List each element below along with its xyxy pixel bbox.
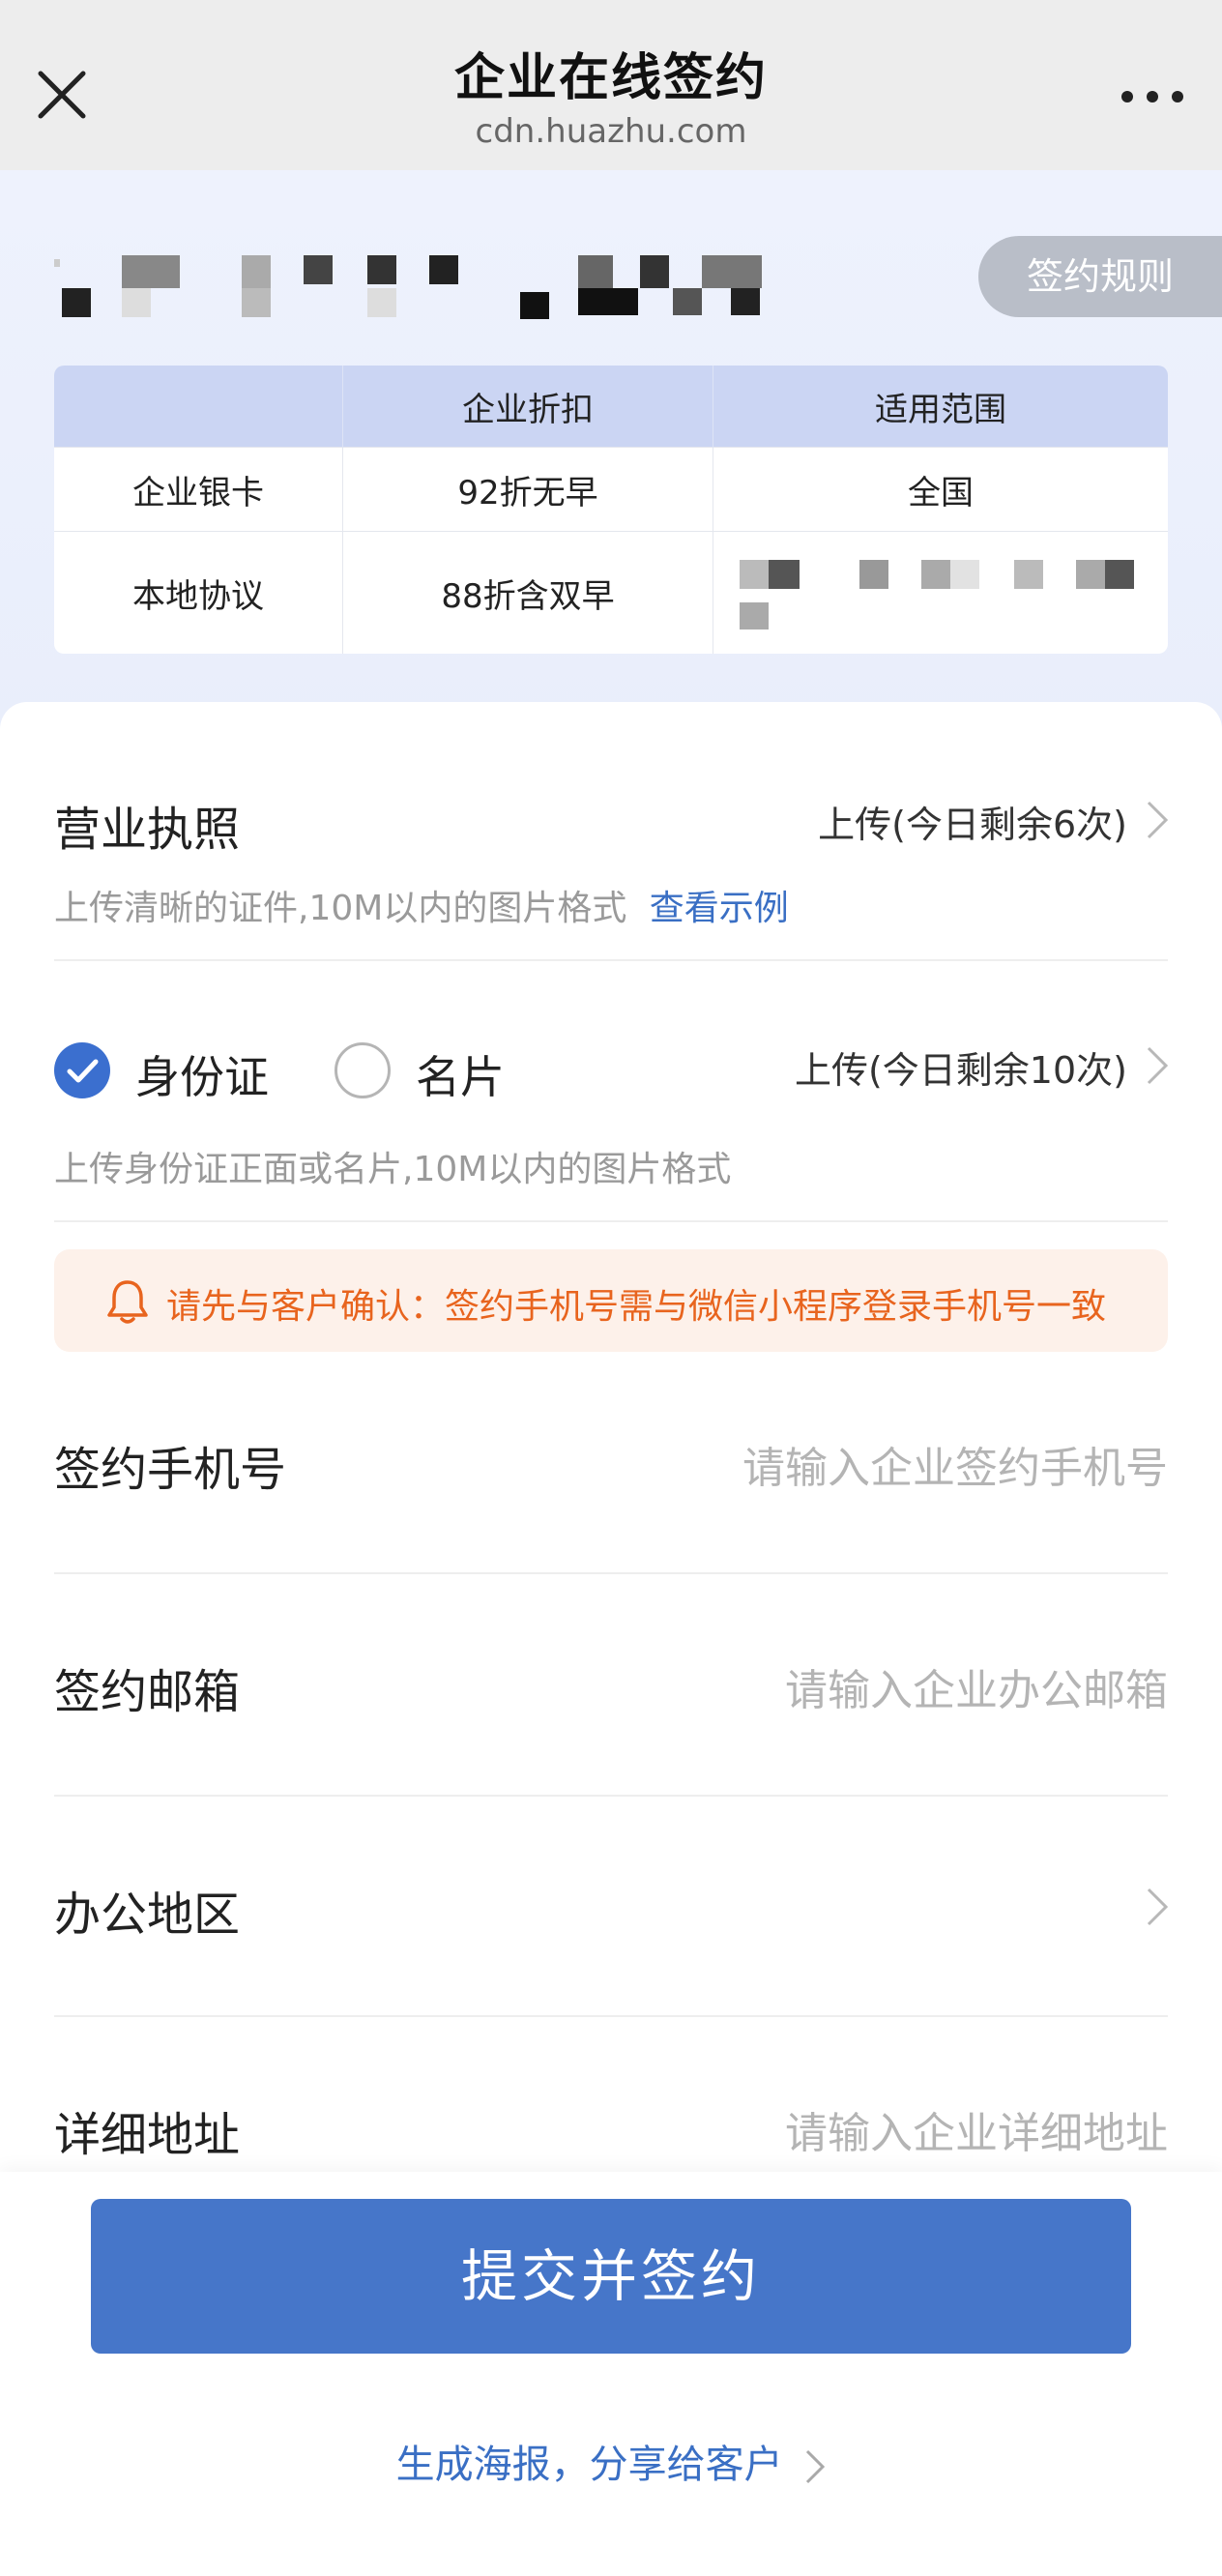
divider (54, 1220, 1168, 1222)
email-label: 签约邮箱 (54, 1665, 241, 1719)
address-label: 详细地址 (54, 2108, 241, 2162)
signing-form: 营业执照 上传(今日剩余6次) 上传清晰的证件,10M以内的图片格式 查看示例 … (0, 702, 1222, 2172)
phone-notice-banner: 请先与客户确认：签约手机号需与微信小程序登录手机号一致 (54, 1249, 1168, 1352)
table-cell-discount: 92折无早 (342, 447, 713, 532)
view-example-link[interactable]: 查看示例 (650, 889, 789, 928)
radio-id-card-label[interactable]: 身份证 (135, 1042, 269, 1106)
table-header-scope: 适用范围 (713, 366, 1168, 448)
table-row: 本地协议 88折含双早 (54, 531, 1168, 654)
chevron-right-icon (1147, 1888, 1169, 1926)
nav-bar: 企业在线签约 cdn.huazhu.com (0, 0, 1222, 170)
signing-rules-button[interactable]: 签约规则 (978, 236, 1222, 317)
page-title: 企业在线签约 (453, 49, 768, 107)
check-icon (67, 1059, 99, 1083)
table-cell-name: 本地协议 (54, 531, 343, 654)
chevron-right-icon (1147, 1046, 1169, 1085)
table-header-type (54, 366, 343, 448)
table-row: 企业银卡 92折无早 全国 (54, 447, 1168, 532)
notice-text: 请先与客户确认：签约手机号需与微信小程序登录手机号一致 (166, 1287, 1107, 1327)
radio-business-card[interactable] (335, 1042, 391, 1098)
identity-hint: 上传身份证正面或名片,10M以内的图片格式 (54, 1150, 732, 1189)
address-input[interactable]: 请输入企业详细地址 (785, 2098, 1168, 2160)
bottom-action-bar: 提交并签约 生成海报，分享给客户 (0, 2172, 1222, 2576)
more-options-icon[interactable] (1118, 79, 1187, 114)
company-name-redacted (54, 248, 779, 329)
divider (54, 1795, 1168, 1797)
phone-input[interactable]: 请输入企业签约手机号 (742, 1433, 1168, 1495)
table-cell-discount: 88折含双早 (342, 531, 713, 654)
share-poster-link[interactable]: 生成海报，分享给客户 (0, 2433, 1222, 2489)
share-poster-label: 生成海报，分享给客户 (395, 2443, 783, 2487)
submit-sign-button[interactable]: 提交并签约 (91, 2199, 1131, 2354)
divider (54, 2015, 1168, 2017)
radio-id-card[interactable] (54, 1042, 110, 1098)
phone-label: 签约手机号 (54, 1443, 287, 1497)
table-cell-scope: 全国 (713, 447, 1168, 532)
license-hint-text: 上传清晰的证件,10M以内的图片格式 (54, 889, 627, 928)
table-cell-scope-redacted (713, 531, 1168, 654)
radio-business-card-label[interactable]: 名片 (416, 1042, 505, 1106)
page-domain: cdn.huazhu.com (475, 112, 747, 151)
chevron-right-icon (1147, 801, 1169, 839)
bell-icon (107, 1280, 148, 1324)
license-title: 营业执照 (54, 803, 241, 857)
chevron-right-icon (806, 2449, 826, 2484)
license-upload-button[interactable]: 上传(今日剩余6次) (818, 795, 1127, 848)
discount-table: 企业折扣 适用范围 企业银卡 92折无早 全国 本地协议 88折含双早 (54, 366, 1168, 654)
email-input[interactable]: 请输入企业办公邮箱 (785, 1655, 1168, 1717)
table-cell-name: 企业银卡 (54, 447, 343, 532)
table-header-discount: 企业折扣 (342, 366, 713, 448)
company-header: 签约规则 企业折扣 适用范围 企业银卡 92折无早 全国 本地协议 88折含双早 (0, 170, 1222, 731)
region-label: 办公地区 (54, 1888, 241, 1942)
divider (54, 1572, 1168, 1574)
region-selector[interactable] (387, 1862, 1169, 1949)
license-hint: 上传清晰的证件,10M以内的图片格式 查看示例 (54, 880, 789, 930)
identity-upload-button[interactable]: 上传(今日剩余10次) (795, 1040, 1127, 1094)
divider (54, 959, 1168, 961)
